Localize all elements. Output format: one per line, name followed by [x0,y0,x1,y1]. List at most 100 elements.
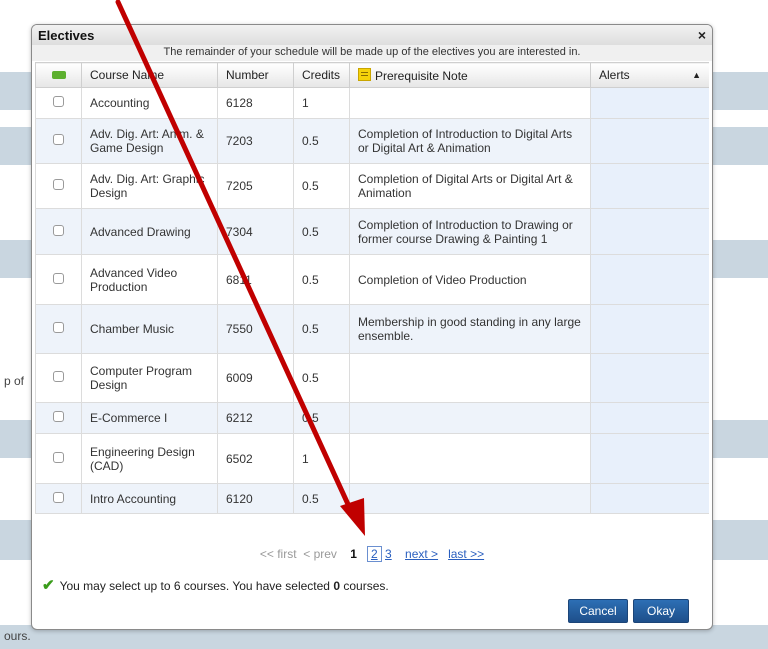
course-alerts-cell [590,483,709,514]
pager-last[interactable]: last >> [448,547,484,561]
background-text: p of [4,374,25,388]
table-header-row: Course Name Number Credits Prerequisite … [35,62,709,88]
course-credits-cell: 1 [293,433,350,484]
course-credits-cell: 0.5 [293,304,350,354]
row-select-cell[interactable] [35,353,82,403]
pager-first: << first [259,547,297,561]
row-select-cell[interactable] [35,87,82,119]
checkmark-icon: ✔ [42,577,55,594]
course-credits-cell: 0.5 [293,118,350,164]
table-row[interactable]: Accounting 6128 1 [35,87,709,119]
course-credits-cell: 0.5 [293,353,350,403]
table-row[interactable]: Intro Accounting 6120 0.5 [35,483,709,514]
electives-dialog: Electives × The remainder of your schedu… [31,24,713,630]
row-select-cell[interactable] [35,254,82,305]
row-select-cell[interactable] [35,163,82,209]
row-checkbox[interactable] [53,322,64,333]
electives-table: Course Name Number Credits Prerequisite … [35,62,709,514]
course-prereq-cell [349,353,591,403]
pager-next[interactable]: next > [405,547,438,561]
course-alerts-cell [590,433,709,484]
course-number-cell: 6811 [217,254,294,305]
course-credits-cell: 0.5 [293,402,350,434]
check-all-icon[interactable] [51,71,66,79]
course-credits-cell: 0.5 [293,483,350,514]
row-checkbox[interactable] [53,96,64,107]
row-select-cell[interactable] [35,483,82,514]
course-name-cell: Adv. Dig. Art: Graphic Design [81,163,218,209]
column-header-alerts[interactable]: Alerts ▲ [590,62,709,88]
course-alerts-cell [590,208,709,255]
row-select-cell[interactable] [35,433,82,484]
column-header-alerts-label: Alerts [599,68,630,82]
sort-asc-icon[interactable]: ▲ [692,70,701,80]
cancel-button[interactable]: Cancel [568,599,628,623]
course-number-cell: 6212 [217,402,294,434]
column-header-prereq-label: Prerequisite Note [375,68,468,83]
row-select-cell[interactable] [35,118,82,164]
row-select-cell[interactable] [35,402,82,434]
table-row[interactable]: Chamber Music 7550 0.5 Membership in goo… [35,304,709,354]
pager-page-3[interactable]: 3 [385,547,392,561]
column-header-prereq[interactable]: Prerequisite Note [349,62,591,88]
course-number-cell: 7205 [217,163,294,209]
select-all-header[interactable] [35,62,82,88]
selection-status: ✔ You may select up to 6 courses. You hav… [42,576,389,594]
course-prereq-cell: Completion of Video Production [349,254,591,305]
close-icon[interactable]: × [698,27,706,43]
okay-button[interactable]: Okay [633,599,689,623]
course-alerts-cell [590,163,709,209]
course-name-cell: Chamber Music [81,304,218,354]
row-checkbox[interactable] [53,371,64,382]
table-row[interactable]: Computer Program Design 6009 0.5 [35,353,709,403]
course-credits-cell: 0.5 [293,163,350,209]
row-checkbox[interactable] [53,451,64,463]
pager-page-current: 1 [350,547,357,561]
course-name-cell: E-Commerce I [81,402,218,434]
course-number-cell: 7550 [217,304,294,354]
column-header-course-name[interactable]: Course Name [81,62,218,88]
row-checkbox[interactable] [53,134,64,145]
course-number-cell: 6128 [217,87,294,119]
course-prereq-cell [349,483,591,514]
course-alerts-cell [590,118,709,164]
course-alerts-cell [590,402,709,434]
course-number-cell: 6120 [217,483,294,514]
course-credits-cell: 1 [293,87,350,119]
row-checkbox[interactable] [53,179,64,190]
table-row[interactable]: Advanced Drawing 7304 0.5 Completion of … [35,208,709,255]
course-prereq-cell [349,402,591,434]
row-checkbox[interactable] [53,411,64,422]
row-checkbox[interactable] [53,491,64,503]
row-checkbox[interactable] [53,224,64,236]
course-alerts-cell [590,353,709,403]
table-row[interactable]: Engineering Design (CAD) 6502 1 [35,433,709,484]
row-checkbox[interactable] [53,272,64,284]
course-prereq-cell: Completion of Introduction to Drawing or… [349,208,591,255]
table-row[interactable]: Adv. Dig. Art: Anim. & Game Design 7203 … [35,118,709,164]
course-alerts-cell [590,254,709,305]
dialog-subtitle: The remainder of your schedule will be m… [32,45,712,61]
background-text: ours. [4,629,31,643]
course-alerts-cell [590,87,709,119]
course-name-cell: Accounting [81,87,218,119]
column-header-credits[interactable]: Credits [293,62,350,88]
course-name-cell: Advanced Video Production [81,254,218,305]
pager-page-2[interactable]: 2 [366,546,382,562]
course-name-cell: Adv. Dig. Art: Anim. & Game Design [81,118,218,164]
dialog-header: Electives × [32,25,712,45]
course-number-cell: 6009 [217,353,294,403]
electives-table-wrapper[interactable]: Course Name Number Credits Prerequisite … [35,62,709,540]
table-row[interactable]: Advanced Video Production 6811 0.5 Compl… [35,254,709,305]
course-prereq-cell [349,87,591,119]
table-row[interactable]: Adv. Dig. Art: Graphic Design 7205 0.5 C… [35,163,709,209]
column-header-number[interactable]: Number [217,62,294,88]
row-select-cell[interactable] [35,208,82,255]
course-credits-cell: 0.5 [293,208,350,255]
course-number-cell: 6502 [217,433,294,484]
row-select-cell[interactable] [35,304,82,354]
course-prereq-cell: Membership in good standing in any large… [349,304,591,354]
dialog-title: Electives [38,28,95,43]
course-name-cell: Engineering Design (CAD) [81,433,218,484]
table-row[interactable]: E-Commerce I 6212 0.5 [35,402,709,434]
